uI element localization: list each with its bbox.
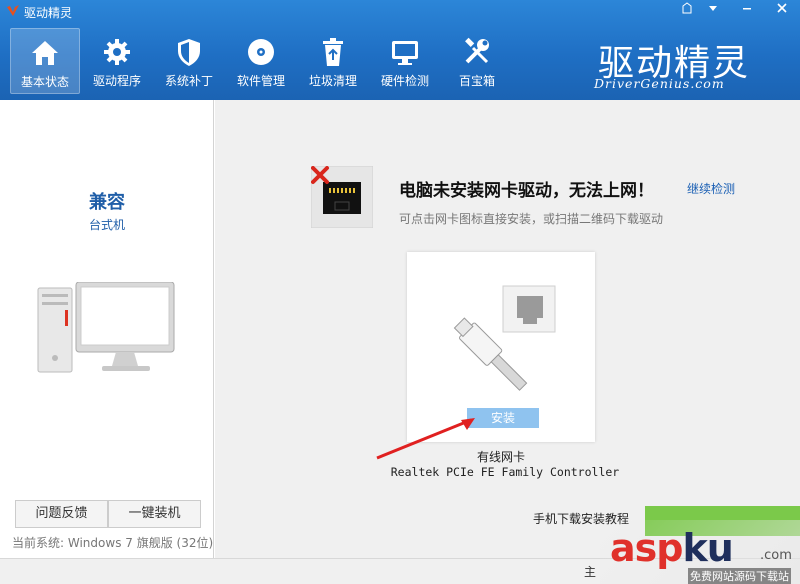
header: 驱动精灵 基本状态 驱动程序 系统补丁 软件管理 垃圾清理 硬件检测 百宝箱 驱…	[0, 0, 800, 100]
network-card-error-icon	[311, 166, 373, 228]
watermark-domain: .com	[760, 548, 792, 563]
nav-software-manager[interactable]: 软件管理	[226, 28, 296, 94]
shield-icon	[178, 39, 200, 66]
current-system-value: Windows 7 旗舰版 (32位)	[67, 536, 214, 550]
brand-url: DriverGenius.com	[594, 76, 725, 91]
recheck-link[interactable]: 继续检测	[687, 180, 735, 197]
alert-description: 可点击网卡图标直接安装，或扫描二维码下载驱动	[399, 212, 664, 226]
ethernet-cable-icon	[453, 285, 556, 391]
left-panel: 兼容 台式机 问题反馈 一键装机 当前系统: Windows 7 旗舰版 (32…	[0, 100, 214, 558]
desktop-computer-icon	[37, 282, 175, 373]
nav-system-patches[interactable]: 系统补丁	[154, 28, 224, 94]
title-bar: 驱动精灵	[0, 0, 800, 24]
home-icon	[32, 41, 58, 65]
nav-toolbox[interactable]: 百宝箱	[442, 28, 512, 94]
nav-label: 硬件检测	[380, 74, 429, 88]
skin-icon[interactable]	[676, 2, 698, 20]
watermark-logo: aspku	[610, 526, 734, 570]
nav-basic-status[interactable]: 基本状态	[10, 28, 80, 94]
disc-icon	[248, 39, 274, 65]
alert-title: 电脑未安装网卡驱动，无法上网！	[399, 181, 654, 201]
app-logo-icon	[7, 5, 19, 16]
compat-status-title: 兼容	[89, 192, 125, 213]
nav-label: 系统补丁	[164, 74, 213, 88]
current-system-info: 当前系统: Windows 7 旗舰版 (32位)	[12, 534, 213, 551]
watermark-tagline: 免费网站源码下载站	[688, 568, 791, 584]
nav-label: 驱动程序	[92, 74, 141, 88]
gear-icon	[104, 39, 130, 65]
nav-label: 百宝箱	[458, 74, 495, 88]
nav-label: 垃圾清理	[308, 74, 357, 88]
device-model: Realtek PCIe FE Family Controller	[390, 465, 620, 479]
main-content: 电脑未安装网卡驱动，无法上网！ 继续检测 可点击网卡图标直接安装，或扫描二维码下…	[215, 100, 800, 558]
nav-junk-cleanup[interactable]: 垃圾清理	[298, 28, 368, 94]
close-button[interactable]	[768, 2, 796, 20]
monitor-icon	[392, 41, 418, 65]
nav-drivers[interactable]: 驱动程序	[82, 28, 152, 94]
nav-hardware-check[interactable]: 硬件检测	[370, 28, 440, 94]
nav-label: 软件管理	[236, 74, 285, 88]
site-watermark: aspku .com 免费网站源码下载站	[600, 520, 800, 584]
brand-logo: 驱动精灵 DriverGenius.com	[592, 36, 792, 92]
nav-label: 基本状态	[20, 75, 69, 89]
status-main-label: 主	[584, 565, 597, 579]
watermark-red-text: asp	[610, 526, 683, 570]
device-type-label: 台式机	[88, 218, 125, 232]
device-name: 有线网卡	[476, 450, 525, 464]
watermark-dark-text: ku	[682, 526, 733, 570]
feedback-button[interactable]: 问题反馈	[15, 500, 108, 528]
menu-icon[interactable]	[702, 2, 724, 20]
current-system-prefix: 当前系统:	[12, 536, 65, 550]
minimize-button[interactable]	[736, 2, 758, 20]
one-click-install-button[interactable]: 一键装机	[108, 500, 201, 528]
window-title: 驱动精灵	[24, 6, 73, 20]
tools-icon	[465, 37, 489, 64]
recycle-bin-icon	[323, 38, 343, 66]
